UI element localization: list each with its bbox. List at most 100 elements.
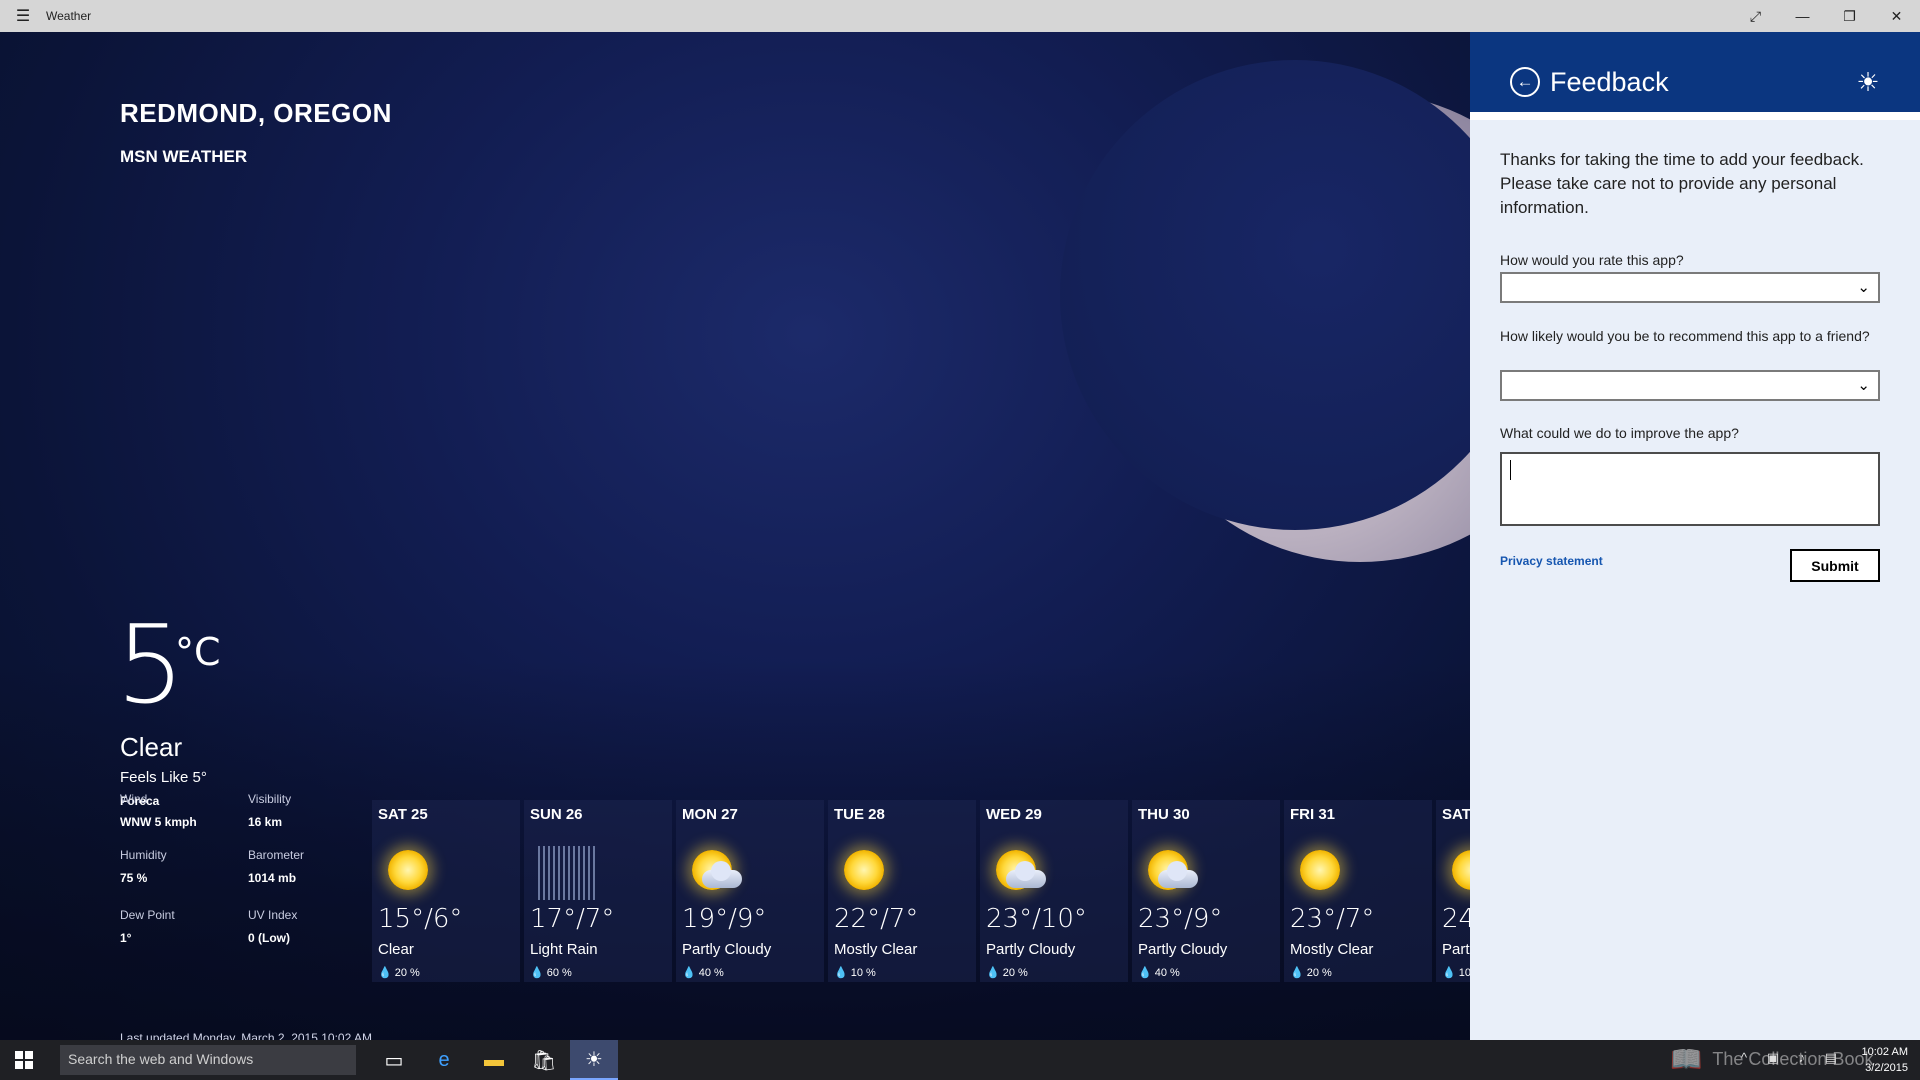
detail-value: 0 (Low) bbox=[248, 931, 290, 945]
rate-question: How would you rate this app? bbox=[1500, 252, 1684, 268]
improve-textarea[interactable] bbox=[1500, 452, 1880, 526]
rate-select[interactable]: ⌄ bbox=[1500, 272, 1880, 303]
forecast-day[interactable]: WED 29 23°/10° Partly Cloudy 💧 20 % bbox=[980, 800, 1128, 982]
current-condition: Clear bbox=[120, 732, 183, 762]
forecast-day-name: WED 29 bbox=[986, 806, 1042, 823]
forecast-day-name: MON 27 bbox=[682, 806, 738, 823]
feedback-intro: Thanks for taking the time to add your f… bbox=[1500, 150, 1864, 217]
hamburger-menu-icon[interactable]: ☰ bbox=[0, 0, 46, 32]
forecast-temp: 23°/10° bbox=[986, 904, 1087, 934]
sun-icon bbox=[1296, 846, 1346, 896]
detail-value: 1014 mb bbox=[248, 871, 297, 885]
detail-wind: Wind WNW 5 kmph bbox=[120, 792, 197, 829]
sun-icon bbox=[384, 846, 434, 896]
text-caret bbox=[1510, 460, 1511, 480]
improve-question: What could we do to improve the app? bbox=[1500, 425, 1739, 441]
forecast-precip: 💧 60 % bbox=[530, 967, 572, 979]
partly-cloudy-icon bbox=[1144, 846, 1198, 896]
forecast-day-name: SUN 26 bbox=[530, 806, 583, 823]
taskbar: Search the web and Windows ▭ e ▬ 🛍 ☀ 📖 T… bbox=[0, 1040, 1920, 1080]
close-button[interactable]: ✕ bbox=[1873, 0, 1920, 32]
detail-value: WNW 5 kmph bbox=[120, 815, 197, 829]
task-view-icon[interactable]: ▭ bbox=[370, 1040, 418, 1080]
submit-button[interactable]: Submit bbox=[1790, 549, 1880, 582]
weather-main: REDMOND, OREGON MSN WEATHER 5 °C Clear F… bbox=[0, 32, 1470, 1040]
forecast-temp: 19°/9° bbox=[682, 904, 767, 934]
partly-cloudy-icon bbox=[992, 846, 1046, 896]
forecast-desc: Partly Cloudy bbox=[682, 941, 772, 958]
forecast-day-name: SAT bbox=[1442, 806, 1470, 823]
forecast-desc: Partly Cloudy bbox=[1138, 941, 1228, 958]
forecast-precip: 💧 20 % bbox=[1290, 967, 1332, 979]
forecast-desc: Partly Cloudy bbox=[986, 941, 1076, 958]
forecast-desc: Clear bbox=[378, 941, 414, 958]
forecast-day[interactable]: SUN 26 17°/7° Light Rain 💧 60 % bbox=[524, 800, 672, 982]
maximize-button[interactable]: ❐ bbox=[1826, 0, 1873, 32]
forecast-day-name: THU 30 bbox=[1138, 806, 1190, 823]
forecast-precip: 💧 40 % bbox=[1138, 967, 1180, 979]
window-title: Weather bbox=[46, 9, 92, 23]
detail-barometer: Barometer 1014 mb bbox=[248, 848, 304, 885]
moon-shadow bbox=[1060, 60, 1470, 530]
start-button[interactable] bbox=[0, 1040, 48, 1080]
detail-label: Barometer bbox=[248, 848, 305, 862]
clock[interactable]: 10:02 AM 3/2/2015 bbox=[1862, 1044, 1908, 1076]
forecast-temp: 22°/7° bbox=[834, 904, 919, 934]
forecast-day-name: TUE 28 bbox=[834, 806, 885, 823]
minimize-button[interactable]: — bbox=[1779, 0, 1826, 32]
forecast-day[interactable]: TUE 28 22°/7° Mostly Clear 💧 10 % bbox=[828, 800, 976, 982]
detail-visibility: Visibility 16 km bbox=[248, 792, 291, 829]
forecast-day-name: FRI 31 bbox=[1290, 806, 1336, 823]
system-tray-icons[interactable]: ^ ▣ ♪ ▤ bbox=[1741, 1050, 1845, 1066]
sun-icon bbox=[840, 846, 890, 896]
temperature-unit[interactable]: °C bbox=[175, 630, 221, 674]
detail-dew-point: Dew Point 1° bbox=[120, 908, 175, 945]
forecast-day[interactable]: MON 27 19°/9° Partly Cloudy 💧 40 % bbox=[676, 800, 824, 982]
weather-taskbar-icon[interactable]: ☀ bbox=[570, 1040, 618, 1080]
detail-value: 1° bbox=[120, 931, 132, 945]
fullscreen-icon[interactable]: ⤢ bbox=[1732, 0, 1779, 32]
forecast-day[interactable]: THU 30 23°/9° Partly Cloudy 💧 40 % bbox=[1132, 800, 1280, 982]
forecast-desc: Mostly Clear bbox=[834, 941, 918, 958]
partly-cloudy-icon bbox=[688, 846, 742, 896]
title-bar: ☰ Weather ⤢ — ❐ ✕ bbox=[0, 0, 1920, 32]
chevron-down-icon: ⌄ bbox=[1857, 279, 1870, 296]
recommend-question: How likely would you be to recommend thi… bbox=[1500, 328, 1870, 344]
forecast-day-name: SAT 25 bbox=[378, 806, 428, 823]
forecast-desc: Mostly Clear bbox=[1290, 941, 1374, 958]
taskbar-search[interactable]: Search the web and Windows bbox=[60, 1045, 356, 1075]
forecast-temp: 24 bbox=[1442, 904, 1470, 934]
feedback-pane: ← Feedback ☀ Thanks for taking the time … bbox=[1470, 32, 1920, 1040]
forecast-day[interactable]: SAT 24 Part 💧 10 bbox=[1436, 800, 1470, 982]
rain-icon bbox=[536, 846, 598, 900]
header-strip bbox=[1470, 112, 1920, 120]
forecast-temp: 23°/9° bbox=[1138, 904, 1223, 934]
back-arrow-icon[interactable]: ← bbox=[1510, 67, 1540, 97]
store-icon[interactable]: 🛍 bbox=[520, 1040, 568, 1080]
clock-date: 3/2/2015 bbox=[1865, 1062, 1908, 1074]
forecast-precip: 💧 20 % bbox=[986, 967, 1028, 979]
book-icon: 📖 bbox=[1670, 1044, 1703, 1074]
forecast-precip: 💧 10 bbox=[1442, 967, 1470, 979]
clock-time: 10:02 AM bbox=[1861, 1046, 1908, 1058]
detail-label: Dew Point bbox=[120, 908, 175, 922]
internet-explorer-icon[interactable]: e bbox=[420, 1040, 468, 1080]
location-name: REDMOND, OREGON bbox=[120, 98, 392, 128]
brand-label: MSN WEATHER bbox=[120, 147, 248, 166]
detail-uv-index: UV Index 0 (Low) bbox=[248, 908, 297, 945]
detail-humidity: Humidity 75 % bbox=[120, 848, 167, 885]
last-updated: Last updated Monday, March 2, 2015 10:02… bbox=[120, 1031, 372, 1040]
forecast-desc: Part bbox=[1442, 941, 1470, 958]
recommend-select[interactable]: ⌄ bbox=[1500, 370, 1880, 401]
forecast-precip: 💧 10 % bbox=[834, 967, 876, 979]
forecast-precip: 💧 40 % bbox=[682, 967, 724, 979]
privacy-link[interactable]: Privacy statement bbox=[1500, 554, 1603, 568]
file-explorer-icon[interactable]: ▬ bbox=[470, 1040, 518, 1080]
sun-icon bbox=[1448, 846, 1470, 896]
forecast-day[interactable]: FRI 31 23°/7° Mostly Clear 💧 20 % bbox=[1284, 800, 1432, 982]
detail-value: 75 % bbox=[120, 871, 148, 885]
feedback-title: Feedback bbox=[1550, 67, 1669, 97]
forecast-temp: 15°/6° bbox=[378, 904, 463, 934]
forecast-precip: 💧 20 % bbox=[378, 967, 420, 979]
forecast-day[interactable]: SAT 25 15°/6° Clear 💧 20 % bbox=[372, 800, 520, 982]
